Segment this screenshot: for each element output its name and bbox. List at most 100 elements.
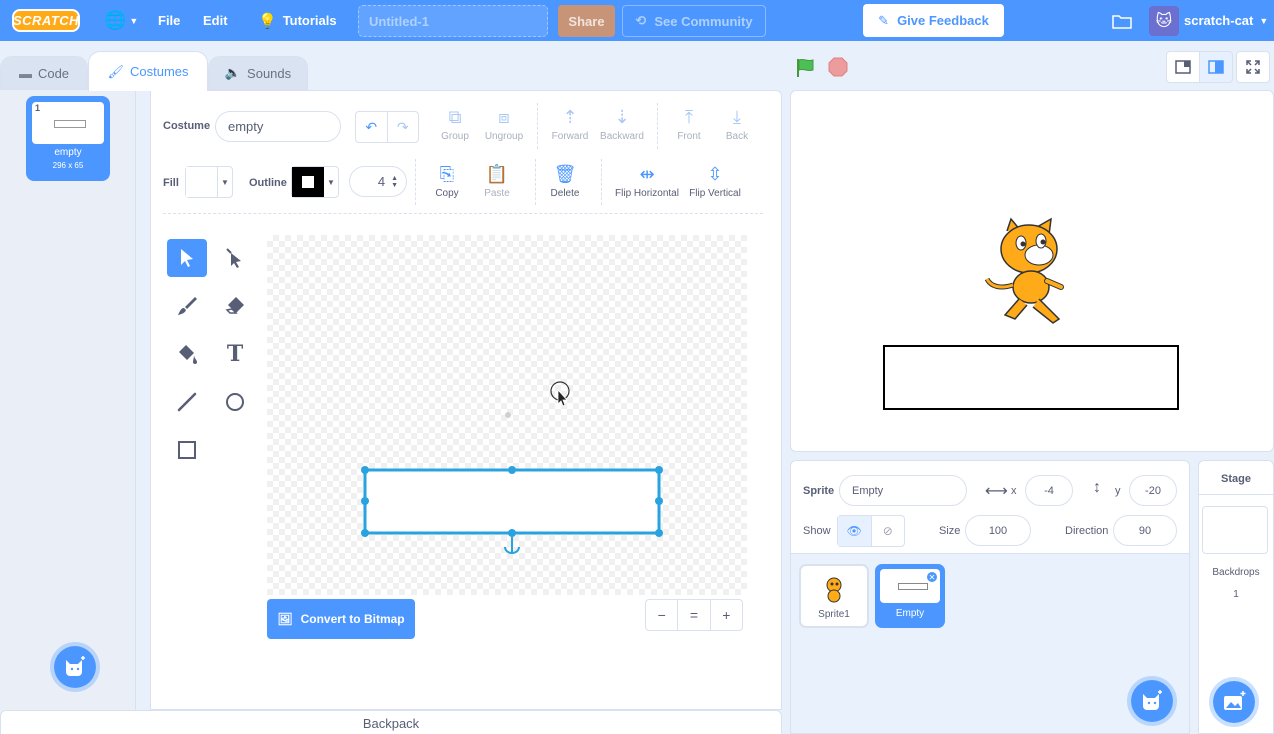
fullscreen-button[interactable] xyxy=(1236,51,1270,83)
choose-sprite-button[interactable] xyxy=(1127,676,1177,726)
group-button[interactable]: ⧉ Group xyxy=(435,106,475,143)
avatar[interactable]: 🐱 xyxy=(1149,6,1179,36)
paste-button[interactable]: 📋 Paste xyxy=(479,163,515,200)
copy-button[interactable]: ⎘ Copy xyxy=(429,164,465,200)
see-community-button[interactable]: ⟲ See Community xyxy=(622,5,766,37)
fill-tool[interactable] xyxy=(167,335,207,373)
arrow-up-icon: ⇡ xyxy=(562,106,578,127)
direction-input[interactable]: 90 xyxy=(1113,515,1177,546)
cat-plus-icon xyxy=(1143,690,1162,710)
sprite-tile-empty[interactable]: ✕ Empty xyxy=(875,564,945,628)
stage-canvas[interactable] xyxy=(790,90,1274,452)
delete-button[interactable]: 🗑 Delete xyxy=(547,163,583,200)
costume-list: 1 empty 296 x 65 xyxy=(0,90,136,710)
trash-icon: 🗑 xyxy=(553,163,577,184)
sprite-name-input[interactable]: Empty xyxy=(839,475,967,506)
eraser-tool[interactable] xyxy=(215,287,255,325)
image-icon: 🖼 xyxy=(277,612,293,626)
costume-tile[interactable]: 1 empty 296 x 65 xyxy=(26,96,110,181)
mouse-pointer xyxy=(557,388,568,407)
forward-button[interactable]: ⇡ Forward xyxy=(547,106,593,143)
flip-horizontal-icon: ⇹ xyxy=(639,163,655,184)
fill-swatch xyxy=(186,167,218,197)
paste-icon: 📋 xyxy=(485,163,509,184)
stepper-icon[interactable]: ▲ ▼ xyxy=(391,175,398,189)
undo-icon[interactable]: ↶ xyxy=(356,112,388,142)
group-icon: ⧉ xyxy=(448,106,462,127)
convert-to-bitmap-button[interactable]: 🖼 Convert to Bitmap xyxy=(267,599,415,639)
tab-code[interactable]: ▬ Code xyxy=(0,56,88,90)
x-input[interactable]: -4 xyxy=(1025,475,1073,506)
flip-vertical-button[interactable]: ⇳ Flip Vertical xyxy=(685,164,745,200)
front-button[interactable]: ⤒ Front xyxy=(671,107,707,143)
brush-tool[interactable] xyxy=(167,287,207,325)
line-tool[interactable] xyxy=(167,383,207,421)
cat-plus-icon xyxy=(66,656,85,676)
costume-name-input[interactable]: empty xyxy=(215,111,341,142)
outline-width-value: 4 xyxy=(377,174,386,189)
green-flag-button[interactable] xyxy=(795,57,817,82)
project-title-input[interactable]: Untitled-1 xyxy=(358,5,548,37)
sprite-info-panel: Sprite Empty ⟷ x -4 ↕ y -20 Show 👁 ⊘ Siz… xyxy=(790,460,1190,554)
tutorials-label: Tutorials xyxy=(282,13,337,28)
eye-off-icon[interactable]: ⊘ xyxy=(872,516,905,546)
eye-icon[interactable]: 👁 xyxy=(838,516,872,546)
horizontal-arrows-icon: ⟷ xyxy=(985,483,1008,500)
handle-middle-left xyxy=(361,497,369,505)
text-tool[interactable]: T xyxy=(215,335,255,373)
outline-width-input[interactable]: 4 ▲ ▼ xyxy=(349,166,407,197)
see-community-label: See Community xyxy=(654,13,753,29)
outline-color-picker[interactable]: ▼ xyxy=(291,166,339,198)
circle-tool[interactable] xyxy=(215,383,255,421)
tab-costumes[interactable]: 🖌 Costumes xyxy=(88,51,208,91)
canvas-drawing xyxy=(361,381,663,554)
convert-label: Convert to Bitmap xyxy=(300,612,405,626)
language-menu[interactable]: 🌐 ▼ xyxy=(104,0,138,41)
back-label: Back xyxy=(725,131,749,142)
ungroup-button[interactable]: ⧈ Ungroup xyxy=(481,107,527,143)
group-label: Group xyxy=(441,131,469,142)
circle-icon xyxy=(226,393,244,411)
share-button[interactable]: Share xyxy=(558,5,615,37)
account-menu[interactable]: scratch-cat ▼ xyxy=(1184,0,1268,41)
small-stage-button[interactable] xyxy=(1166,51,1200,83)
give-feedback-button[interactable]: ✎ Give Feedback xyxy=(863,4,1004,37)
ungroup-label: Ungroup xyxy=(484,131,524,142)
fill-color-picker[interactable]: ▼ xyxy=(185,166,233,198)
tab-sounds[interactable]: 🔈 Sounds xyxy=(208,56,308,90)
chevron-down-icon: ▼ xyxy=(1259,15,1269,26)
select-tool[interactable] xyxy=(167,239,207,277)
backward-button[interactable]: ⇣ Backward xyxy=(597,107,647,143)
zoom-reset-icon[interactable]: = xyxy=(678,600,711,630)
handle-top-center xyxy=(508,466,516,474)
zoom-out-icon[interactable]: − xyxy=(646,600,679,630)
paint-canvas[interactable] xyxy=(267,235,747,595)
stop-button[interactable] xyxy=(828,57,848,80)
zoom-in-icon[interactable]: + xyxy=(711,600,742,630)
direction-label: Direction xyxy=(1065,525,1109,537)
divider xyxy=(535,159,536,205)
tutorials-button[interactable]: 💡 Tutorials xyxy=(258,0,337,41)
my-stuff-button[interactable] xyxy=(1112,0,1132,41)
size-input[interactable]: 100 xyxy=(965,515,1031,546)
costume-thumb-rect xyxy=(54,120,86,128)
edit-menu[interactable]: Edit xyxy=(203,0,228,41)
scratch-logo[interactable]: SCRATCH xyxy=(12,9,80,32)
y-input[interactable]: -20 xyxy=(1129,475,1177,506)
choose-costume-button[interactable] xyxy=(50,642,100,692)
rectangle-tool[interactable] xyxy=(167,431,207,469)
sprite-tile-sprite1[interactable]: Sprite1 xyxy=(799,564,869,628)
flip-horizontal-button[interactable]: ⇹ Flip Horizontal xyxy=(611,163,683,200)
copy-label: Copy xyxy=(435,188,459,199)
delete-sprite-icon[interactable]: ✕ xyxy=(925,570,939,584)
reshape-tool[interactable] xyxy=(215,239,255,277)
backpack[interactable]: Backpack xyxy=(0,710,782,734)
tab-code-label: Code xyxy=(37,65,70,81)
file-menu[interactable]: File xyxy=(158,0,180,41)
choose-backdrop-button[interactable] xyxy=(1209,677,1259,727)
stage-target-panel[interactable]: Stage Backdrops 1 xyxy=(1198,460,1274,734)
redo-icon[interactable]: ↷ xyxy=(388,112,419,142)
costume-size: 296 x 65 xyxy=(52,161,84,170)
large-stage-button[interactable] xyxy=(1199,51,1233,83)
back-button[interactable]: ⤓ Back xyxy=(719,107,755,143)
